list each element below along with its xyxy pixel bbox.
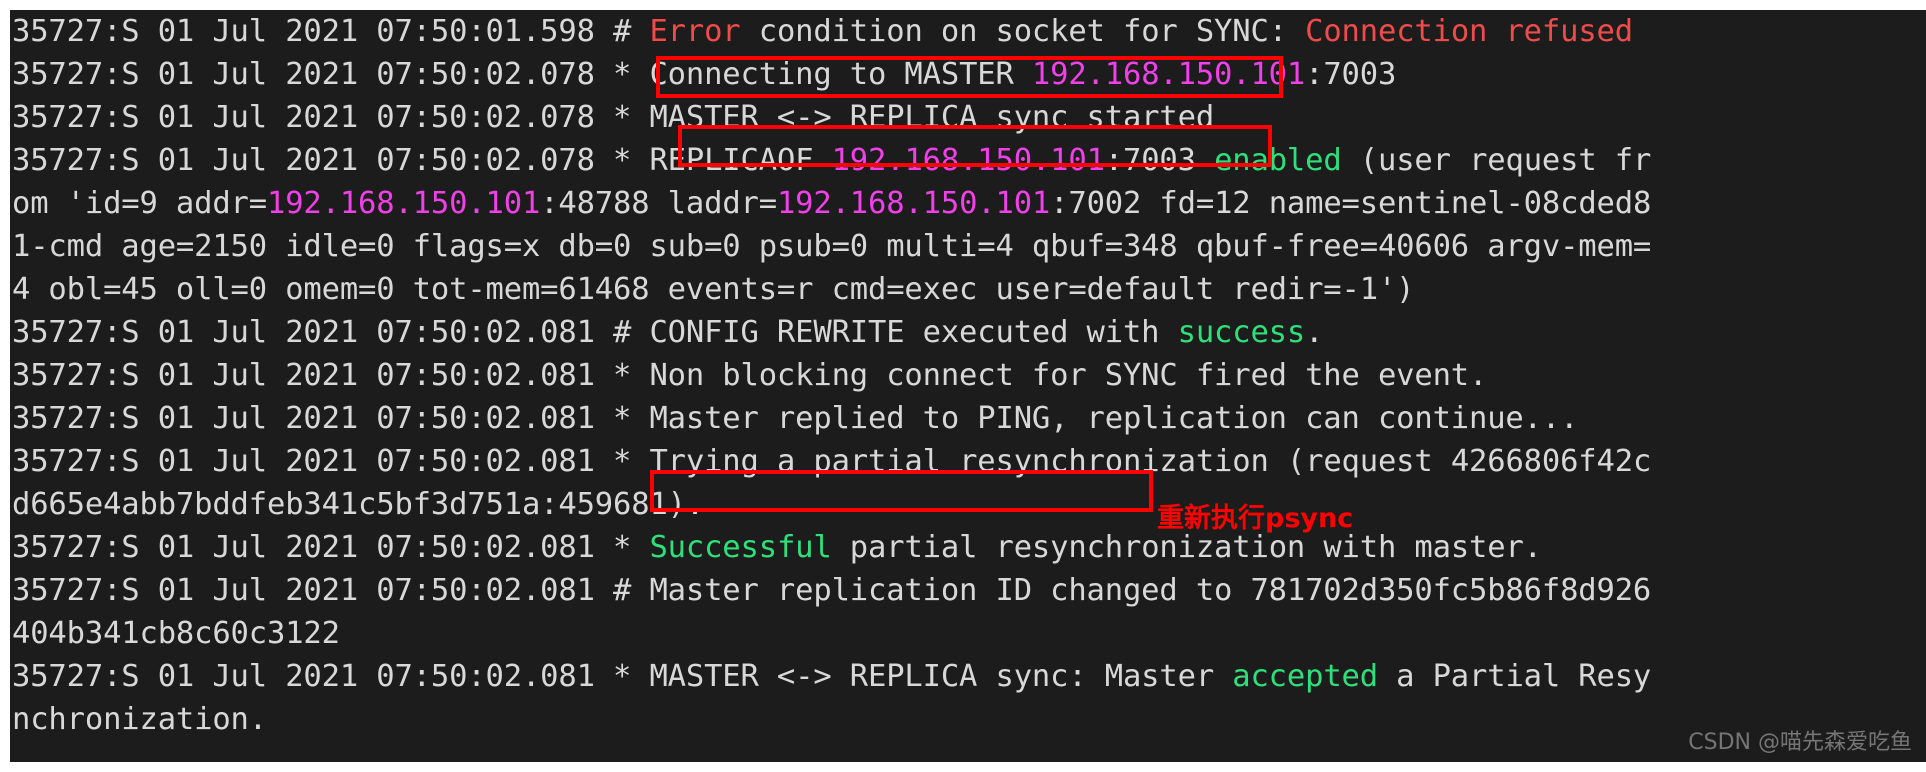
log-segment: Connecting to MASTER <box>649 57 1032 92</box>
log-segment: 35727:S 01 Jul 2021 07:50:02.081 * Maste… <box>12 401 1579 436</box>
log-segment: 35727:S 01 Jul 2021 07:50:02.078 * <box>12 57 650 92</box>
log-segment: d665e4abb7bddfeb341c5bf3d751a:459681). <box>12 487 705 522</box>
terminal-log-line: 35727:S 01 Jul 2021 07:50:01.598 # Error… <box>10 10 1926 53</box>
log-segment: 35727:S 01 Jul 2021 07:50:02.081 * Non b… <box>12 358 1488 393</box>
terminal-log-line: 35727:S 01 Jul 2021 07:50:02.081 * Succe… <box>10 526 1926 569</box>
terminal-log-line: 35727:S 01 Jul 2021 07:50:02.078 * Conne… <box>10 53 1926 96</box>
log-segment: 35727:S 01 Jul 2021 07:50:01.598 # <box>12 14 650 49</box>
log-segment: accepted <box>1232 659 1378 694</box>
log-segment: 35727:S 01 Jul 2021 07:50:02.081 # Maste… <box>12 573 1652 608</box>
terminal-log-line: om 'id=9 addr=192.168.150.101:48788 ladd… <box>10 182 1926 225</box>
terminal-log-line: 35727:S 01 Jul 2021 07:50:02.078 * MASTE… <box>10 96 1926 139</box>
terminal-log-line: 1-cmd age=2150 idle=0 flags=x db=0 sub=0… <box>10 225 1926 268</box>
terminal-log-line: 35727:S 01 Jul 2021 07:50:02.081 # Maste… <box>10 569 1926 612</box>
terminal-log-line: 35727:S 01 Jul 2021 07:50:02.081 * Tryin… <box>10 440 1926 483</box>
log-segment: 192.168.150.101 <box>266 186 541 221</box>
terminal-window[interactable]: 35727:S 01 Jul 2021 07:50:01.598 # Error… <box>10 10 1926 762</box>
log-segment: partial resynchronization with master. <box>831 530 1542 565</box>
log-segment: :7003 <box>1104 143 1215 178</box>
log-segment: success <box>1177 315 1306 350</box>
log-segment: nchronization. <box>12 702 267 737</box>
log-segment: :48788 laddr= <box>540 186 777 221</box>
log-segment: REPLICAOF <box>649 143 832 178</box>
log-segment: 1-cmd age=2150 idle=0 flags=x db=0 sub=0… <box>12 229 1652 264</box>
log-segment: (user request fr <box>1341 143 1652 178</box>
terminal-log-line: 35727:S 01 Jul 2021 07:50:02.081 * MASTE… <box>10 655 1926 698</box>
terminal-log-line: 404b341cb8c60c3122 <box>10 612 1926 655</box>
terminal-log-line: 35727:S 01 Jul 2021 07:50:02.078 * REPLI… <box>10 139 1926 182</box>
terminal-log-line: 35727:S 01 Jul 2021 07:50:02.081 * Maste… <box>10 397 1926 440</box>
log-segment: Trying a partial resynchronization <box>649 444 1269 479</box>
log-segment: . <box>1305 315 1324 350</box>
log-segment: a Partial Resy <box>1377 659 1652 694</box>
terminal-log-line: d665e4abb7bddfeb341c5bf3d751a:459681). <box>10 483 1926 526</box>
log-segment: 35727:S 01 Jul 2021 07:50:02.081 * MASTE… <box>12 659 1233 694</box>
log-segment: Successful <box>649 530 832 565</box>
log-segment: 192.168.150.101 <box>1031 57 1306 92</box>
terminal-log-line: nchronization. <box>10 698 1926 741</box>
log-segment: 192.168.150.101 <box>831 143 1105 178</box>
csdn-watermark: CSDN @喵先森爱吃鱼 <box>1688 730 1912 755</box>
log-segment: condition on socket for SYNC: <box>740 14 1306 49</box>
log-segment: 35727:S 01 Jul 2021 07:50:02.081 * <box>12 530 650 565</box>
log-segment: om 'id=9 addr= <box>12 186 267 221</box>
log-segment: 35727:S 01 Jul 2021 07:50:02.081 # CONFI… <box>12 315 1178 350</box>
log-segment: :7002 fd=12 name=sentinel-08cded8 <box>1050 186 1652 221</box>
log-segment: Connection refused <box>1305 14 1633 49</box>
log-segment: 35727:S 01 Jul 2021 07:50:02.081 * <box>12 444 650 479</box>
log-segment: 35727:S 01 Jul 2021 07:50:02.078 * MASTE… <box>12 100 1215 135</box>
annotation-psync-label: 重新执行psync <box>1157 503 1354 534</box>
terminal-log-output: 35727:S 01 Jul 2021 07:50:01.598 # Error… <box>10 10 1926 741</box>
log-segment: enabled <box>1214 143 1342 178</box>
log-segment: :7003 <box>1305 57 1397 92</box>
terminal-log-line: 4 obl=45 oll=0 omem=0 tot-mem=61468 even… <box>10 268 1926 311</box>
log-segment: 192.168.150.101 <box>776 186 1051 221</box>
log-segment: Error <box>649 14 741 49</box>
log-segment: (request 4266806f42c <box>1268 444 1652 479</box>
log-segment: 404b341cb8c60c3122 <box>12 616 340 651</box>
log-segment: 35727:S 01 Jul 2021 07:50:02.078 * <box>12 143 650 178</box>
log-segment: 4 obl=45 oll=0 omem=0 tot-mem=61468 even… <box>12 272 1415 307</box>
terminal-log-line: 35727:S 01 Jul 2021 07:50:02.081 # CONFI… <box>10 311 1926 354</box>
terminal-log-line: 35727:S 01 Jul 2021 07:50:02.081 * Non b… <box>10 354 1926 397</box>
